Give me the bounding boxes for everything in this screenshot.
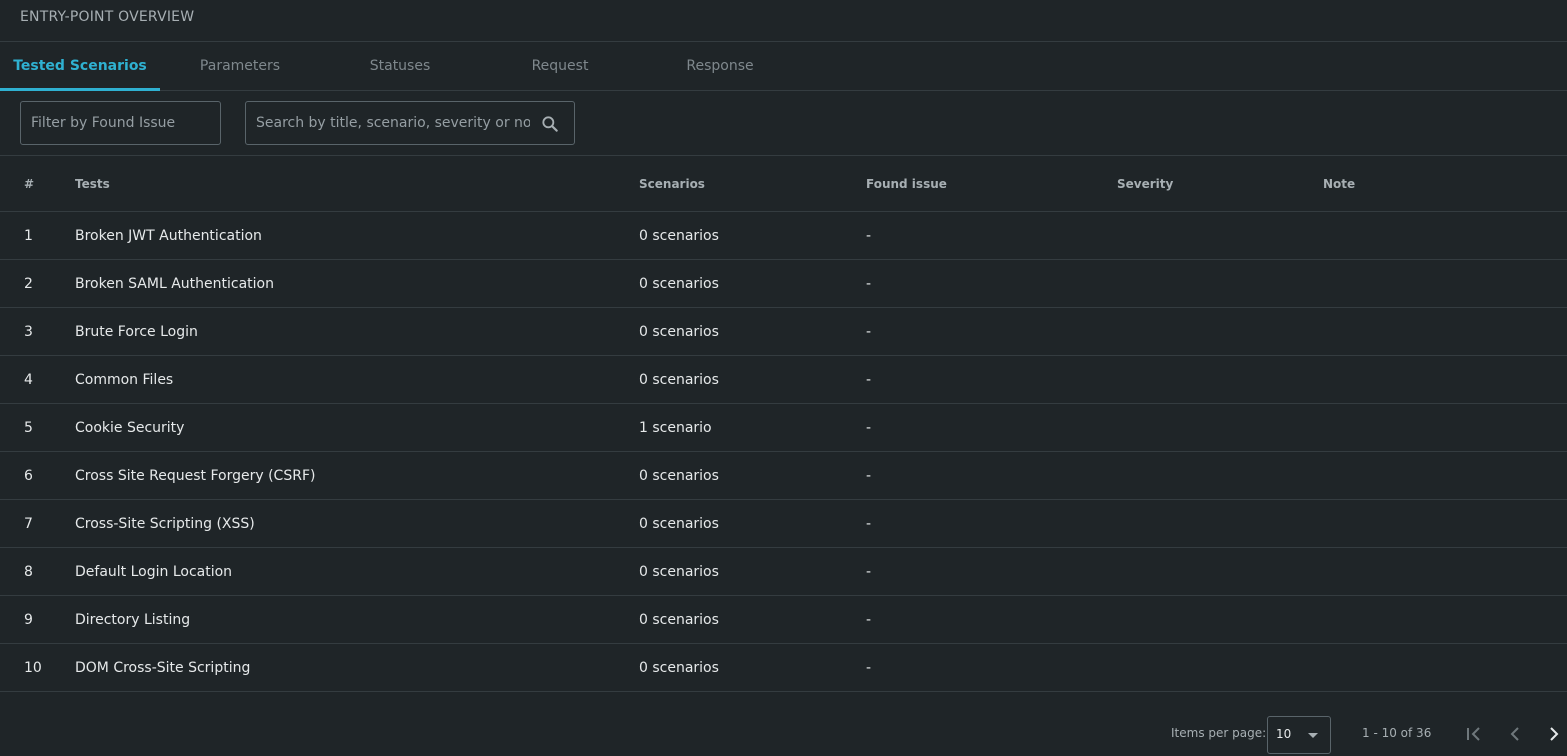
row-number: 1 <box>24 227 33 244</box>
table-row[interactable]: 9 Directory Listing 0 scenarios - <box>0 596 1567 644</box>
found-issue-filter-input[interactable] <box>21 102 220 144</box>
column-header-tests[interactable]: Tests <box>75 156 110 212</box>
found-issue-value: - <box>866 611 872 628</box>
tab-response[interactable]: Response <box>640 42 800 90</box>
scenario-count: 0 scenarios <box>639 227 719 244</box>
first-page-icon[interactable] <box>1462 722 1486 746</box>
row-number: 3 <box>24 323 33 340</box>
items-per-page-label: Items per page: <box>1171 726 1267 740</box>
search-box <box>245 101 575 145</box>
scenario-count: 0 scenarios <box>639 467 719 484</box>
found-issue-value: - <box>866 227 872 244</box>
search-icon[interactable] <box>540 114 560 134</box>
found-issue-value: - <box>866 563 872 580</box>
table-row[interactable]: 4 Common Files 0 scenarios - <box>0 356 1567 404</box>
found-issue-value: - <box>866 275 872 292</box>
scenario-count: 0 scenarios <box>639 371 719 388</box>
row-number: 9 <box>24 611 33 628</box>
row-number: 4 <box>24 371 33 388</box>
next-page-icon[interactable] <box>1542 722 1566 746</box>
row-number: 7 <box>24 515 33 532</box>
row-number: 6 <box>24 467 33 484</box>
test-name: Directory Listing <box>75 611 191 628</box>
paginator: Items per page: 10 1 - 10 of 36 <box>0 712 1567 756</box>
test-name: Default Login Location <box>75 563 233 580</box>
search-input[interactable] <box>246 102 574 144</box>
row-number: 10 <box>24 659 42 676</box>
test-name: DOM Cross-Site Scripting <box>75 659 251 676</box>
table-header-row: # Tests Scenarios Found issue Severity N… <box>0 156 1567 212</box>
found-issue-value: - <box>866 515 872 532</box>
previous-page-icon[interactable] <box>1503 722 1527 746</box>
tab-bar: Tested Scenarios Parameters Statuses Req… <box>0 42 1567 91</box>
table-row[interactable]: 6 Cross Site Request Forgery (CSRF) 0 sc… <box>0 452 1567 500</box>
page-size-select[interactable]: 10 <box>1267 716 1331 754</box>
column-header-note[interactable]: Note <box>1323 156 1355 212</box>
test-name: Brute Force Login <box>75 323 198 340</box>
caret-down-icon <box>1308 733 1318 738</box>
found-issue-value: - <box>866 419 872 436</box>
found-issue-value: - <box>866 659 872 676</box>
found-issue-value: - <box>866 467 872 484</box>
table-row[interactable]: 10 DOM Cross-Site Scripting 0 scenarios … <box>0 644 1567 692</box>
column-header-scenarios[interactable]: Scenarios <box>639 156 705 212</box>
entry-point-overview-panel: ENTRY-POINT OVERVIEW Tested Scenarios Pa… <box>0 0 1567 756</box>
tab-statuses[interactable]: Statuses <box>320 42 480 90</box>
table-row[interactable]: 1 Broken JWT Authentication 0 scenarios … <box>0 212 1567 260</box>
column-header-number[interactable]: # <box>24 156 34 212</box>
found-issue-filter <box>20 101 221 145</box>
tab-request[interactable]: Request <box>480 42 640 90</box>
test-name: Broken SAML Authentication <box>75 275 274 292</box>
panel-title: ENTRY-POINT OVERVIEW <box>20 8 195 25</box>
tab-tested-scenarios[interactable]: Tested Scenarios <box>0 42 160 91</box>
test-name: Cross Site Request Forgery (CSRF) <box>75 467 316 484</box>
table-body: 1 Broken JWT Authentication 0 scenarios … <box>0 212 1567 692</box>
test-name: Broken JWT Authentication <box>75 227 262 244</box>
scenario-count: 0 scenarios <box>639 323 719 340</box>
table-row[interactable]: 2 Broken SAML Authentication 0 scenarios… <box>0 260 1567 308</box>
scenario-count: 0 scenarios <box>639 659 719 676</box>
scenario-count: 0 scenarios <box>639 275 719 292</box>
table-row[interactable]: 8 Default Login Location 0 scenarios - <box>0 548 1567 596</box>
scenario-count: 0 scenarios <box>639 611 719 628</box>
column-header-found-issue[interactable]: Found issue <box>866 156 947 212</box>
found-issue-value: - <box>866 323 872 340</box>
table-row[interactable]: 5 Cookie Security 1 scenario - <box>0 404 1567 452</box>
page-size-value: 10 <box>1276 727 1292 741</box>
scenario-count: 0 scenarios <box>639 563 719 580</box>
found-issue-value: - <box>866 371 872 388</box>
test-name: Cross-Site Scripting (XSS) <box>75 515 255 532</box>
table-row[interactable]: 7 Cross-Site Scripting (XSS) 0 scenarios… <box>0 500 1567 548</box>
scenario-count: 0 scenarios <box>639 515 719 532</box>
row-number: 8 <box>24 563 33 580</box>
test-name: Common Files <box>75 371 174 388</box>
table-row[interactable]: 3 Brute Force Login 0 scenarios - <box>0 308 1567 356</box>
column-header-severity[interactable]: Severity <box>1117 156 1173 212</box>
scenario-count: 1 scenario <box>639 419 712 436</box>
tab-parameters[interactable]: Parameters <box>160 42 320 90</box>
page-range-label: 1 - 10 of 36 <box>1362 726 1432 740</box>
panel-header: ENTRY-POINT OVERVIEW <box>0 0 1567 42</box>
test-name: Cookie Security <box>75 419 185 436</box>
row-number: 2 <box>24 275 33 292</box>
filter-bar <box>0 91 1567 156</box>
row-number: 5 <box>24 419 33 436</box>
